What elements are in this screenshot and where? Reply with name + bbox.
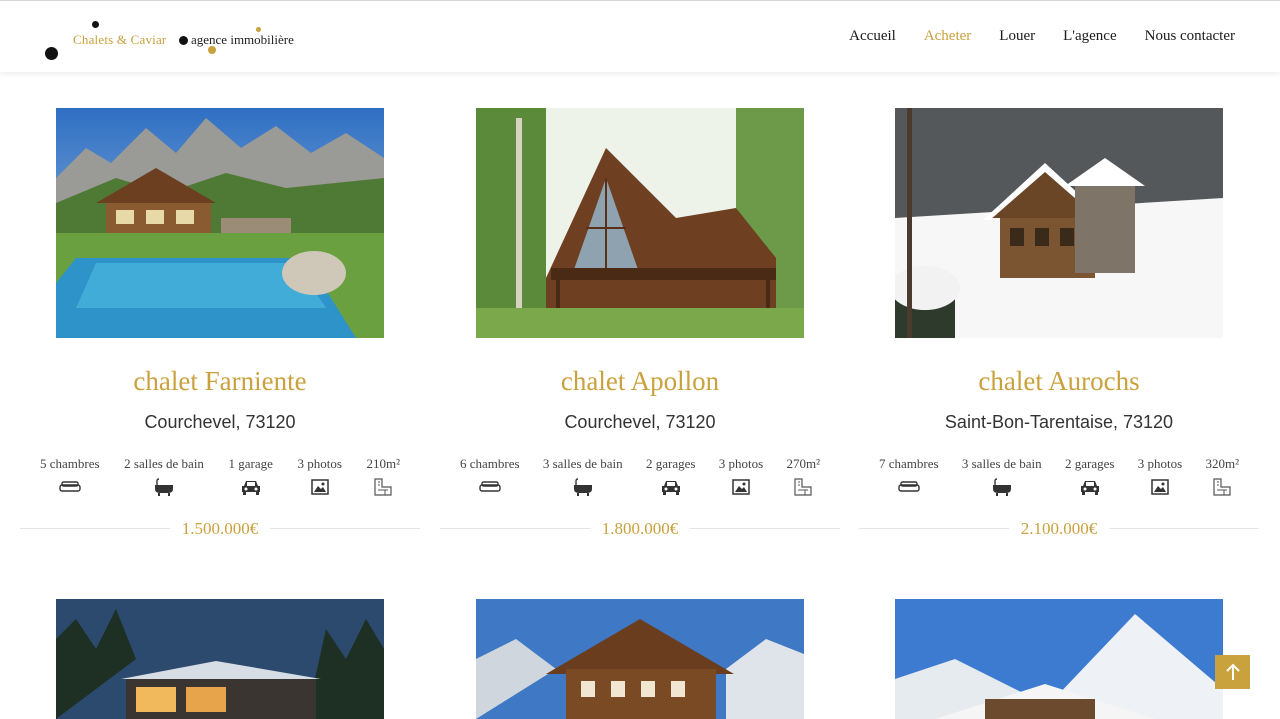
car-icon: [660, 478, 682, 496]
nav-accueil[interactable]: Accueil: [849, 28, 896, 45]
feature-bathrooms: 3 salles de bain: [962, 456, 1042, 496]
feature-garages: 2 garages: [1065, 456, 1114, 496]
feature-label: 2 garages: [1064, 456, 1115, 471]
feature-garages: 2 garages: [646, 456, 695, 496]
feature-label: 7 chambres: [879, 456, 939, 471]
bathtub-icon: [153, 478, 175, 496]
nav-contact[interactable]: Nous contacter: [1145, 28, 1235, 45]
listing-location: Saint-Bon-Tarentaise, 73120: [944, 412, 1174, 432]
feature-label: 270m²: [786, 456, 820, 471]
feature-bathrooms: 3 salles de bain: [543, 456, 623, 496]
listing-photo[interactable]: [895, 599, 1223, 719]
arrow-up-icon: [1225, 663, 1240, 680]
listing-title[interactable]: chalet Farniente: [20, 366, 420, 397]
feature-area: 270m²: [786, 456, 820, 496]
bed-icon: [898, 478, 920, 496]
main-nav: Accueil Acheter Louer L'agence Nous cont…: [849, 28, 1235, 45]
listing-features: 6 chambres 3 salles de bain 2 garages 3 …: [460, 456, 820, 496]
logo[interactable]: Chalets & Caviar agence immobilière: [40, 15, 310, 65]
listing-features: 5 chambres 2 salles de bain 1 garage 3 p…: [40, 456, 400, 496]
listing-photo[interactable]: [476, 108, 804, 338]
listing-title[interactable]: chalet Aurochs: [859, 366, 1259, 397]
listing-photo[interactable]: [476, 599, 804, 719]
logo-tagline: agence immobilière: [191, 32, 294, 47]
bathtub-icon: [572, 478, 594, 496]
feature-photos: 3 photos: [1138, 456, 1182, 496]
feature-bedrooms: 7 chambres: [879, 456, 939, 496]
feature-label: 6 chambres: [460, 456, 520, 471]
car-icon: [1079, 478, 1101, 496]
listing-price: 1.500.000€: [20, 519, 420, 539]
listing-price: 1.800.000€: [440, 519, 840, 539]
bed-icon: [59, 478, 81, 496]
nav-louer[interactable]: Louer: [999, 28, 1035, 45]
nav-agence[interactable]: L'agence: [1063, 28, 1117, 45]
floorplan-icon: [372, 478, 394, 496]
image-icon: [309, 478, 331, 496]
site-header: Chalets & Caviar agence immobilière Accu…: [0, 1, 1280, 72]
logo-dot: [92, 21, 99, 28]
listing-photo[interactable]: [895, 108, 1223, 338]
listing-title[interactable]: chalet Apollon: [440, 366, 840, 397]
bed-icon: [479, 478, 501, 496]
listing-features: 7 chambres 3 salles de bain 2 garages 3 …: [879, 456, 1239, 496]
listing-price: 2.100.000€: [859, 519, 1259, 539]
listing-card: chalet Apollon Courchevel, 73120 6 chamb…: [440, 108, 860, 548]
feature-label: 5 chambres: [40, 456, 100, 471]
scroll-to-top-button[interactable]: [1215, 655, 1250, 689]
price-value: 2.100.000€: [1008, 519, 1110, 538]
bathtub-icon: [991, 478, 1013, 496]
feature-photos: 3 photos: [719, 456, 763, 496]
car-icon: [240, 478, 262, 496]
feature-label: 210m²: [366, 456, 400, 471]
feature-garages: 1 garage: [229, 456, 273, 496]
feature-label: 320m²: [1205, 456, 1239, 471]
feature-label: 2 garages: [645, 456, 696, 471]
feature-area: 210m²: [366, 456, 400, 496]
listing-card: chalet Farniente Courchevel, 73120 5 cha…: [20, 108, 440, 548]
feature-label: 3 salles de bain: [961, 456, 1042, 471]
listing-photo[interactable]: [56, 108, 384, 338]
feature-label: 2 salles de bain: [124, 456, 204, 471]
listing-photo[interactable]: [56, 599, 384, 719]
feature-area: 320m²: [1205, 456, 1239, 496]
feature-label: 3 photos: [297, 456, 342, 471]
floorplan-icon: [792, 478, 814, 496]
feature-bathrooms: 2 salles de bain: [124, 456, 204, 496]
floorplan-icon: [1211, 478, 1233, 496]
feature-label: 1 garage: [228, 456, 273, 471]
listing-location: Courchevel, 73120: [564, 412, 716, 432]
feature-photos: 3 photos: [297, 456, 342, 496]
feature-bedrooms: 5 chambres: [40, 456, 100, 496]
feature-bedrooms: 6 chambres: [460, 456, 520, 496]
listing-location: Courchevel, 73120: [144, 412, 296, 432]
listing-card: chalet Aurochs Saint-Bon-Tarentaise, 731…: [859, 108, 1279, 548]
image-icon: [1149, 478, 1171, 496]
price-value: 1.500.000€: [169, 519, 271, 538]
feature-label: 3 photos: [1137, 456, 1183, 471]
logo-dot: [45, 47, 58, 60]
logo-brand: Chalets & Caviar: [73, 32, 167, 47]
price-value: 1.800.000€: [589, 519, 691, 538]
nav-acheter[interactable]: Acheter: [924, 28, 971, 45]
feature-label: 3 photos: [718, 456, 764, 471]
feature-label: 3 salles de bain: [542, 456, 623, 471]
logo-dot: [179, 36, 188, 45]
image-icon: [730, 478, 752, 496]
